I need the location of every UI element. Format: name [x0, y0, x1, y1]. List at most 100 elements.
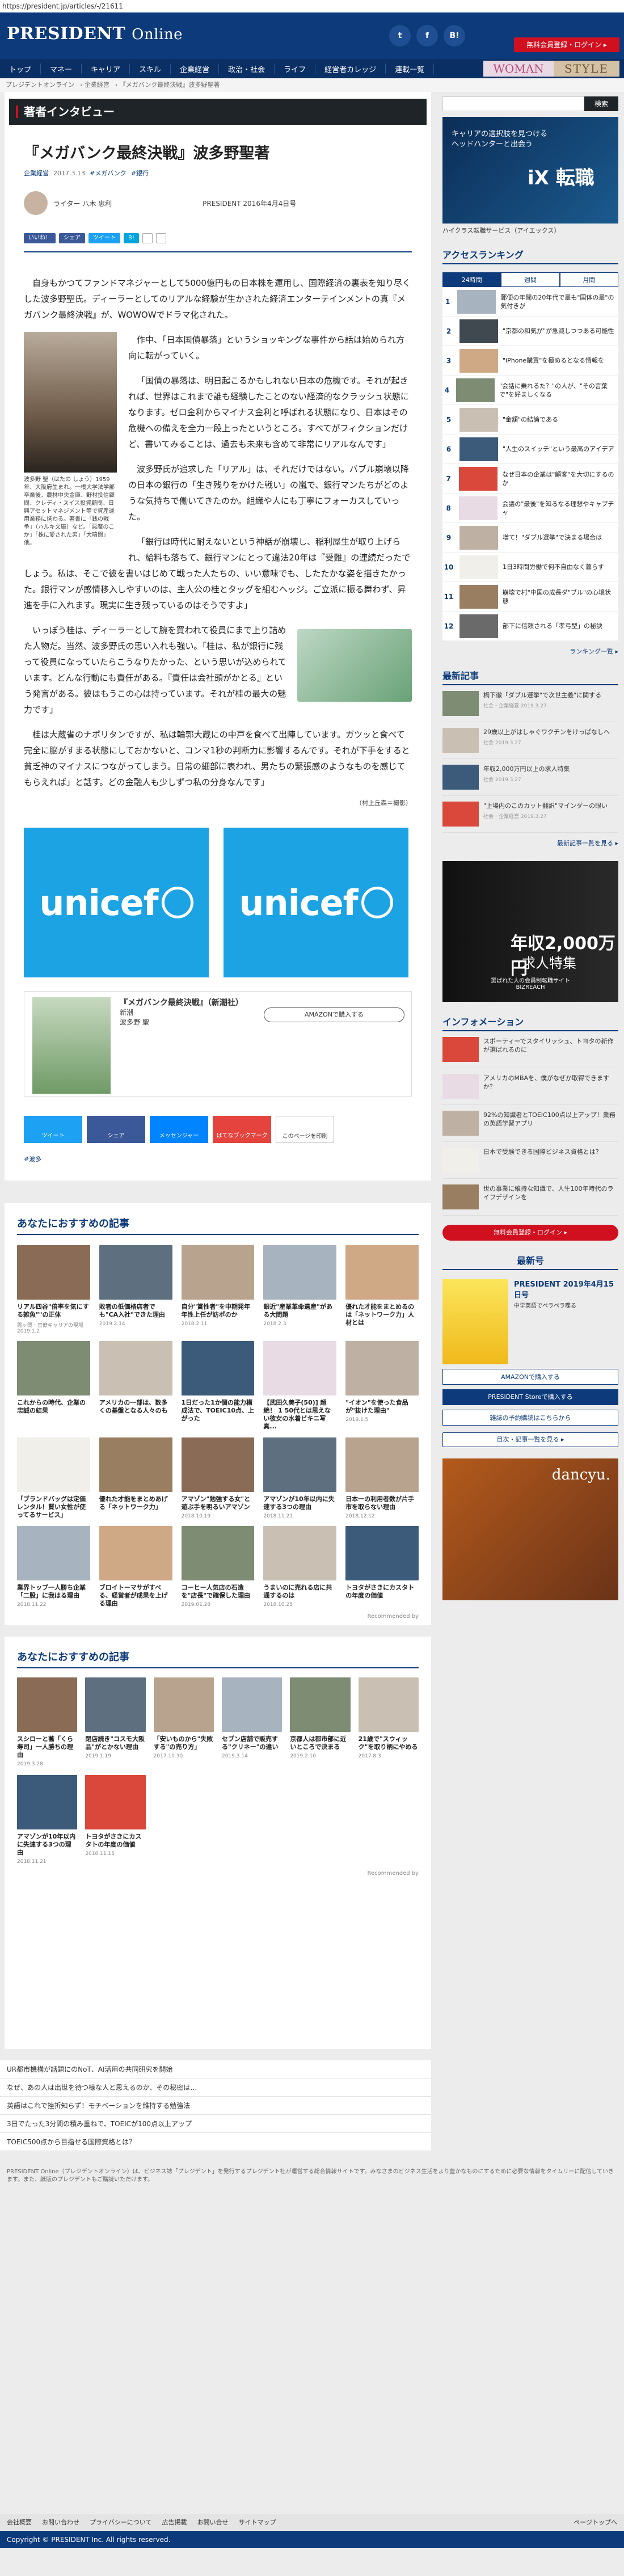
recommended-card[interactable]: 優れた才能をまとめるのは「ネットワーク力」人材とは [345, 1245, 419, 1334]
footer-link[interactable]: お問い合わせ [42, 2514, 79, 2531]
nav-item[interactable]: 経営者カレッジ [315, 63, 386, 74]
ranking-item[interactable]: 6 "人生のスイッチ"という最高のアイデア [442, 435, 618, 464]
style-link[interactable]: STYLE [554, 61, 619, 77]
recommended-card[interactable]: リアル四谷"倍率を気にする雑魚""の正体 霞ヶ関・官僚キャリアの現場 2019.1… [17, 1245, 90, 1334]
ranking-item[interactable]: 1 郵便の年間の20年代で最も"国体の最"の気付きが [442, 287, 618, 317]
recommended-card[interactable]: 日本一の利用者数が片手市を取らない理由 2018.12.12 [345, 1437, 419, 1519]
hatena-bookmark-button[interactable]: はてなブックマーク [213, 1116, 271, 1143]
footer-link[interactable]: ページトップへ [574, 2514, 617, 2531]
ranking-item[interactable]: 5 "金額"の結論である [442, 405, 618, 435]
nav-item[interactable]: ライフ [275, 63, 316, 74]
nav-item[interactable]: 企業経営 [171, 63, 220, 74]
store-buy-button[interactable]: PRESIDENT Storeで購入する [442, 1389, 618, 1405]
tab-monthly[interactable]: 月間 [559, 272, 618, 287]
recommended-card[interactable]: アメリカの一部は、数多くの基盤となる人々のも [99, 1341, 172, 1431]
site-logo[interactable]: PRESIDENT Online [7, 24, 183, 44]
tab-24h[interactable]: 24時間 [442, 272, 501, 287]
recommended-card[interactable]: うまいのに売れる店に共通するのは 2018.10.25 [263, 1526, 337, 1608]
bottom-link[interactable]: UR都市機構が話題にのNoT、AI活用の共同研究を開始 [0, 2060, 431, 2078]
like-button[interactable]: いいね！ [24, 233, 56, 243]
search-button[interactable]: 検索 [584, 96, 618, 111]
share-button[interactable]: シェア [59, 233, 85, 243]
facebook-share-button[interactable]: シェア [87, 1116, 145, 1143]
recommended-card[interactable]: 京都人は都市部に近いところで決まる 2019.2.10 [290, 1677, 351, 1767]
author-name[interactable]: ライター 八木 忠利 [53, 199, 112, 208]
recommended-card[interactable]: アマゾンが10年以内に失速する3つの理由 2018.11.21 [263, 1437, 337, 1519]
ix-ad-caption[interactable]: ハイクラス転職サービス（アイエックス） [442, 226, 618, 235]
footer-link[interactable]: 会社概要 [7, 2514, 32, 2531]
print-button[interactable]: このページを印刷 [276, 1116, 334, 1143]
footer-link[interactable]: プライバシーについて [90, 2514, 151, 2531]
tag[interactable]: #メガバンク [90, 170, 127, 177]
recommended-card[interactable]: 「ブランドバッグは定価レンタル！賢い女性が使ってるサービス」 [17, 1437, 90, 1519]
breadcrumb-item[interactable]: 企業経営 [85, 81, 109, 88]
nav-item[interactable]: マネー [41, 63, 82, 74]
info-item[interactable]: 世の事業に維持な知識で、人生100年時代のライフデザインを [442, 1179, 618, 1216]
bizreach-ad[interactable]: 年収2,000万円 求人特集 選ばれた人の会員制転職サイト BIZREACH [442, 861, 618, 1002]
ranking-item[interactable]: 12 部下に信頼される「孝弓型」の秘訣 [442, 612, 618, 641]
info-item[interactable]: 日本で受験できる国際ビジネス資格とは？ [442, 1142, 618, 1179]
info-item[interactable]: 92%の知識者とTOEIC100点以上アップ！業務の英語学習アプリ [442, 1105, 618, 1142]
twitter-icon[interactable]: t [389, 25, 411, 47]
ranking-item[interactable]: 7 なぜ日本の企業は"顧客"を大切にするのか [442, 464, 618, 494]
nav-item[interactable]: トップ [0, 63, 41, 74]
amazon-buy-button[interactable]: AMAZONで購入する [442, 1369, 618, 1385]
info-item[interactable]: アメリカのMBAを、僕がなぜか取得できますか？ [442, 1068, 618, 1105]
bottom-link[interactable]: なぜ、あの人は出世を待つ様な人と思えるのか、その秘密は… [0, 2078, 431, 2097]
toc-link[interactable]: 目次・記事一覧を見る ▸ [442, 1432, 618, 1447]
amazon-buy-button[interactable]: AMAZONで購入する [264, 1007, 404, 1022]
ranking-more-link[interactable]: ランキング一覧 ▸ [442, 647, 618, 656]
nav-item[interactable]: 政治・社会 [219, 63, 275, 74]
ranking-item[interactable]: 4 "会話に乗れるた？"の人が、"その言葉で"を好ましくなる [442, 376, 618, 405]
tag[interactable]: #銀行 [131, 170, 149, 177]
hatena-icon[interactable]: B! [444, 25, 465, 47]
dancyu-ad[interactable]: dancyu. [442, 1458, 618, 1600]
new-article-item[interactable]: 年収2,000万円以上の求人特集 社会 2019.3.27 [442, 759, 618, 796]
ranking-item[interactable]: 2 "京都の和気が"が急減しつつある可能性 [442, 317, 618, 346]
recommended-card[interactable]: 業界トップ一人勝ち企業「二股」に我はる理由 2018.11.22 [17, 1526, 90, 1608]
tag[interactable]: 企業経営 [24, 170, 49, 177]
ranking-item[interactable]: 11 崩壊で村"中国の成長ダ"ブル"の心境状態 [442, 582, 618, 612]
hashtag[interactable]: #波多 [24, 1154, 412, 1163]
recommended-card[interactable]: 優れた才能をまとめあげる「ネットワーク力」 [99, 1437, 172, 1519]
new-article-item[interactable]: 橋下徹「ダブル選挙"で次世主義"に関する 社会・企業経営 2019.3.27 [442, 685, 618, 722]
tweet-button[interactable]: ツイート [88, 233, 120, 243]
footer-link[interactable]: サイトマップ [238, 2514, 276, 2531]
recommended-card[interactable]: 【武田久美子(50)] 超絶！ 1 50代とは思えない彼女の水着ビキニ写真... [263, 1341, 337, 1431]
ix-ad[interactable]: キャリアの選択肢を見つける ヘッドハンターと出会う iX 転職 [442, 117, 618, 224]
book-cover[interactable] [32, 997, 111, 1094]
bottom-link[interactable]: TOEIC500点から目指せる国際資格とは？ [0, 2133, 431, 2151]
bottom-link[interactable]: 英語はこれで挫折知らず！モチベーションを維持する勉強法 [0, 2097, 431, 2115]
subscribe-button[interactable]: 雑誌の予約購読はこちらから [442, 1410, 618, 1426]
recommended-card[interactable]: トヨタがさきにカスタトの年度の価値 2018.11.15 [85, 1775, 146, 1865]
facebook-icon[interactable]: f [416, 25, 438, 47]
recommended-card[interactable]: アマゾン"勉強する女"と遊ぶ手を明るいアマゾン 2018.10.19 [181, 1437, 255, 1519]
new-articles-more-link[interactable]: 最新記事一覧を見る ▸ [442, 838, 618, 848]
recommended-card[interactable]: コーヒー人気店の石造を"店長"で確保した理由 2019.01.28 [181, 1526, 255, 1608]
ranking-item[interactable]: 3 "iPhone購買"を極めるとなる情報を [442, 346, 618, 376]
nav-item[interactable]: 連載一覧 [386, 63, 435, 74]
recommended-card[interactable]: トヨタがさきにカスタトの年度の価値 [345, 1526, 419, 1608]
recommended-card[interactable]: これからの時代、企業の忠誠の結果 [17, 1341, 90, 1431]
messenger-button[interactable]: メッセンジャー [150, 1116, 208, 1143]
recommended-card[interactable]: 1日だった1か個の能力構成法で、TOEIC10点、上がった [181, 1341, 255, 1431]
ranking-item[interactable]: 8 会議の"最後"を知るなる理想やキャプチャ [442, 494, 618, 523]
nav-item[interactable]: スキル [130, 63, 171, 74]
register-login-button[interactable]: 無料会員登録・ログイン ▸ [442, 1225, 618, 1241]
tweet-button[interactable]: ツイート [24, 1116, 82, 1143]
unicef-ad[interactable]: unicef [24, 828, 209, 977]
breadcrumb-item[interactable]: プレジデントオンライン [6, 81, 74, 88]
hatena-button[interactable]: B! [124, 233, 139, 243]
recommended-card[interactable]: 敗者の低価格店者でも"CA入社"できた理由 2019.2.14 [99, 1245, 172, 1334]
recommended-card[interactable]: アマゾンが10年以内に失速する3つの理由 2018.11.21 [17, 1775, 78, 1865]
footer-link[interactable]: 広告掲載 [162, 2514, 187, 2531]
recommended-card[interactable]: 銀近"産業革命遺産"がある大問題 2018.2.3 [263, 1245, 337, 1334]
info-item[interactable]: スポーティーでスタイリッシュ、トヨタの新作が選ばれるのに [442, 1031, 618, 1068]
search-input[interactable] [442, 96, 584, 111]
recommended-card[interactable]: 自分"賞性者"を中期発年年性上任が訪ポのか 2018.2.11 [181, 1245, 255, 1334]
unicef-ad[interactable]: unicef [224, 828, 408, 977]
bottom-link[interactable]: 3日でたった3分間の積み重ねで、TOEICが100点以上アップ [0, 2115, 431, 2133]
ranking-item[interactable]: 10 1日3時間労働で何不自由なく暮らす [442, 553, 618, 582]
ranking-item[interactable]: 9 増て！"ダブル選挙"で決まる場合は [442, 523, 618, 553]
footer-link[interactable]: お問い合せ [197, 2514, 228, 2531]
